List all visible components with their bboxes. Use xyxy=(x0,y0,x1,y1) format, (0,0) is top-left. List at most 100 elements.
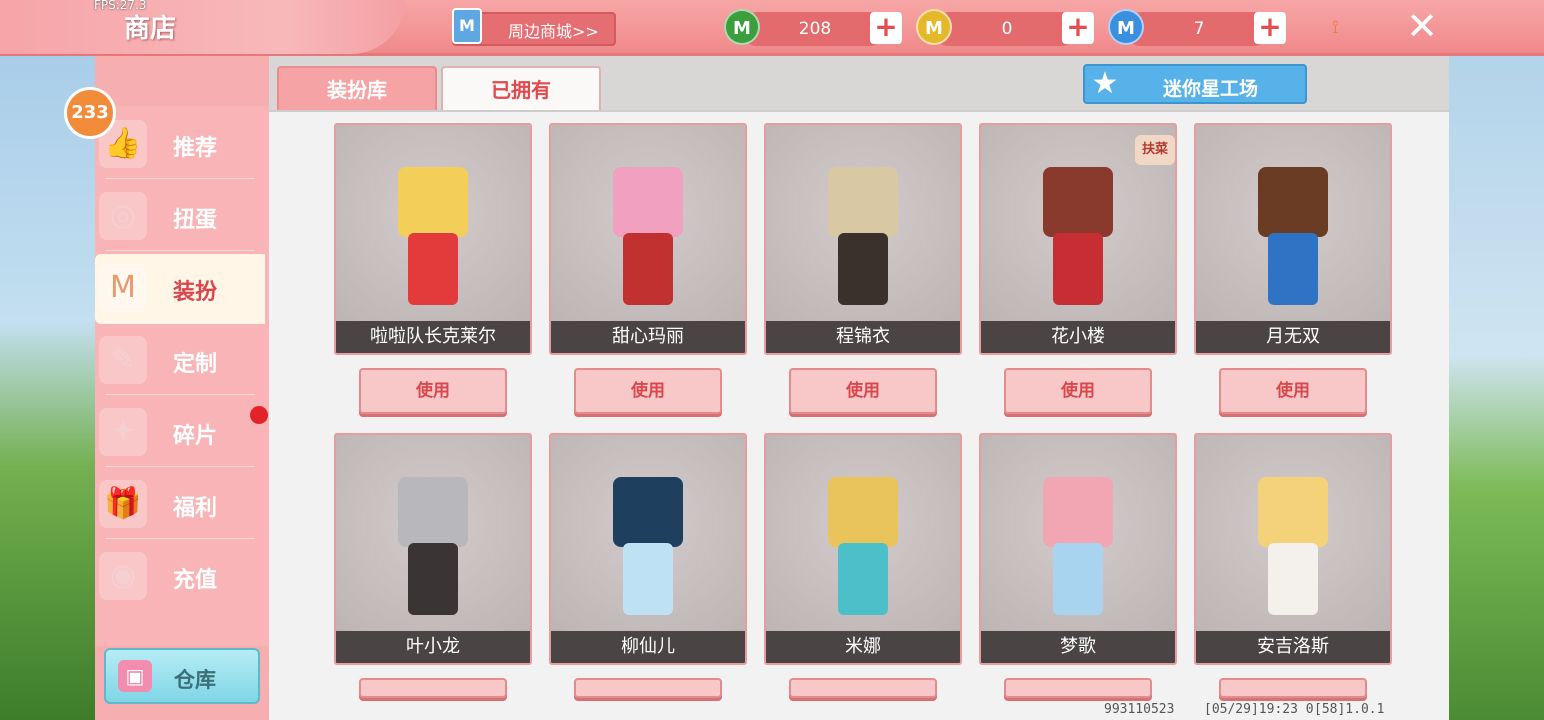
shopping-bag-icon[interactable]: M xyxy=(452,8,482,44)
character-body xyxy=(623,543,673,615)
use-button[interactable]: 使用 xyxy=(789,678,937,698)
character-body xyxy=(1268,233,1318,305)
outfit-card[interactable]: 叶小龙 xyxy=(334,433,532,665)
add-mini-diamond-button[interactable]: + xyxy=(1254,12,1286,44)
use-button[interactable]: 使用 xyxy=(1004,368,1152,414)
signal-icon: ⟟ xyxy=(1332,17,1339,38)
sidebar-item-welfare[interactable]: 🎁 福利 xyxy=(95,470,265,540)
character-body xyxy=(623,233,673,305)
add-mini-coin-button[interactable]: + xyxy=(1062,12,1094,44)
divider xyxy=(105,466,255,467)
title-tab xyxy=(0,0,405,54)
outfit-name: 月无双 xyxy=(1196,321,1390,353)
outfit-name: 柳仙儿 xyxy=(551,631,745,663)
mini-workshop-button[interactable]: ★ 迷你星工场 xyxy=(1083,64,1307,104)
sidebar-item-gacha[interactable]: ◎ 扭蛋 xyxy=(95,182,265,252)
outfit-card[interactable]: 月无双 xyxy=(1194,123,1392,355)
tab-owned[interactable]: 已拥有 xyxy=(441,66,601,112)
use-button[interactable]: 使用 xyxy=(789,368,937,414)
outfit-card[interactable]: 花小楼 扶菜 xyxy=(979,123,1177,355)
character-body xyxy=(408,233,458,305)
outfit-card[interactable]: 梦歌 xyxy=(979,433,1177,665)
character-head xyxy=(613,167,683,237)
gacha-icon: ◎ xyxy=(99,192,147,240)
character-image xyxy=(551,435,745,631)
character-body xyxy=(1053,233,1103,305)
use-button[interactable]: 使用 xyxy=(359,368,507,414)
divider xyxy=(105,322,255,323)
tab-wardrobe[interactable]: 装扮库 xyxy=(277,66,437,112)
divider xyxy=(105,538,255,539)
sidebar-item-recommend[interactable]: 👍 推荐 xyxy=(95,110,265,180)
character-head xyxy=(828,477,898,547)
merch-mall-label: 周边商城>> xyxy=(508,22,599,41)
outfit-name: 梦歌 xyxy=(981,631,1175,663)
mini-workshop-label: 迷你星工场 xyxy=(1163,78,1259,100)
character-head xyxy=(1043,167,1113,237)
outfit-name: 安吉洛斯 xyxy=(1196,631,1390,663)
character-head xyxy=(1258,167,1328,237)
use-button[interactable]: 使用 xyxy=(1219,678,1367,698)
status-info: [05/29]19:23 0 xyxy=(1204,702,1314,717)
close-button[interactable]: ✕ xyxy=(1402,6,1442,46)
warehouse-button[interactable]: ▣ 仓库 xyxy=(104,648,260,704)
character-head xyxy=(398,477,468,547)
outfit-card[interactable]: 柳仙儿 xyxy=(549,433,747,665)
outfit-card[interactable]: 程锦衣 xyxy=(764,123,962,355)
character-body xyxy=(838,543,888,615)
sidebar-item-label: 扭蛋 xyxy=(173,208,218,233)
use-button[interactable]: 使用 xyxy=(1219,368,1367,414)
outfit-name: 程锦衣 xyxy=(766,321,960,353)
outfit-card[interactable]: 米娜 xyxy=(764,433,962,665)
outfit-card[interactable]: 啦啦队长克莱尔 xyxy=(334,123,532,355)
use-button[interactable]: 使用 xyxy=(359,678,507,698)
top-bar: FPS:27.3 商店 M 周边商城>> M 208 + M 0 + M 7 +… xyxy=(0,0,1544,56)
character-image xyxy=(1196,435,1390,631)
character-image xyxy=(336,435,530,631)
coins-icon: ◉ xyxy=(99,552,147,600)
character-image xyxy=(1196,125,1390,321)
mini-coin-icon: M xyxy=(916,9,952,45)
outfit-name: 叶小龙 xyxy=(336,631,530,663)
version-info: [58]1.0.1 xyxy=(1314,702,1385,717)
character-body xyxy=(1053,543,1103,615)
sidebar-item-label: 推荐 xyxy=(173,136,218,161)
outfit-name: 啦啦队长克莱尔 xyxy=(336,321,530,353)
divider xyxy=(105,178,255,179)
divider xyxy=(105,394,255,395)
sidebar-item-fragments[interactable]: ✦ 碎片 xyxy=(95,398,265,468)
character-image xyxy=(551,125,745,321)
character-image xyxy=(981,435,1175,631)
mini-bean-count: 208 xyxy=(798,19,832,39)
use-button[interactable]: 使用 xyxy=(574,368,722,414)
sidebar-item-recharge[interactable]: ◉ 充值 xyxy=(95,542,265,612)
background-left xyxy=(0,56,95,720)
outfit-tag: 扶菜 xyxy=(1135,135,1175,165)
character-image xyxy=(766,435,960,631)
add-mini-bean-button[interactable]: + xyxy=(870,12,902,44)
mini-coin-count: 0 xyxy=(1001,19,1013,39)
sidebar-item-label: 装扮 xyxy=(173,280,218,305)
gift-icon: 🎁 xyxy=(99,480,147,528)
mini-bean-icon: M xyxy=(724,9,760,45)
pencil-ruler-icon: ✎ xyxy=(99,336,147,384)
sidebar-item-label: 定制 xyxy=(173,352,218,377)
character-head xyxy=(1258,477,1328,547)
user-id: 993110523 xyxy=(1104,702,1175,717)
shirt-icon: M xyxy=(99,264,147,312)
outfit-name: 米娜 xyxy=(766,631,960,663)
character-image xyxy=(766,125,960,321)
outfit-card[interactable]: 安吉洛斯 xyxy=(1194,433,1392,665)
use-button[interactable]: 使用 xyxy=(1004,678,1152,698)
warehouse-icon: ▣ xyxy=(118,660,152,692)
outfit-card[interactable]: 甜心玛丽 xyxy=(549,123,747,355)
mini-diamond-count: 7 xyxy=(1193,19,1205,39)
sidebar-item-outfit[interactable]: M 装扮 xyxy=(95,254,265,324)
notification-dot xyxy=(250,406,268,424)
sidebar-item-customize[interactable]: ✎ 定制 xyxy=(95,326,265,396)
level-badge: 233 xyxy=(64,87,116,139)
use-button[interactable]: 使用 xyxy=(574,678,722,698)
sidebar-item-label: 碎片 xyxy=(173,424,218,449)
character-image xyxy=(336,125,530,321)
outfit-name: 花小楼 xyxy=(981,321,1175,353)
